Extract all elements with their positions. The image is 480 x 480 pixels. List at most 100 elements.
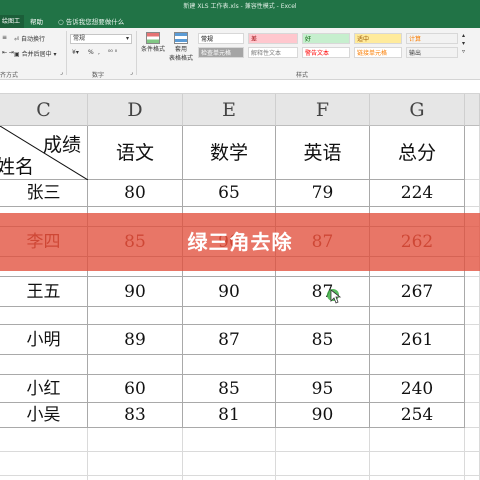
empty-cell[interactable]	[0, 355, 88, 375]
row-name-cell[interactable]: 王五	[0, 277, 88, 307]
empty-cell[interactable]	[276, 428, 370, 452]
column-header-f[interactable]: F	[276, 94, 370, 126]
column-header-c[interactable]: C	[0, 94, 88, 126]
empty-cell[interactable]	[465, 428, 480, 452]
row-name-cell[interactable]: 小明	[0, 325, 88, 355]
dialog-launcher-icon[interactable]: ⌟	[60, 69, 63, 76]
empty-cell[interactable]	[0, 307, 88, 325]
score-cell[interactable]: 87	[183, 325, 276, 355]
tab-drawing-tools[interactable]: 绘图工具	[0, 15, 24, 38]
cell-style-option[interactable]: 计算	[406, 33, 458, 44]
row-name-cell[interactable]: 小红	[0, 375, 88, 403]
format-table-button[interactable]: 套用 表格格式	[168, 32, 194, 62]
header-diagonal-cell[interactable]: 成绩 姓名	[0, 126, 88, 180]
score-cell[interactable]: 79	[276, 180, 370, 207]
header-math[interactable]: 数学	[183, 126, 276, 180]
dialog-launcher-icon[interactable]: ⌟	[130, 69, 133, 76]
empty-cell[interactable]	[0, 452, 88, 476]
empty-cell[interactable]	[183, 355, 276, 375]
score-cell[interactable]: 261	[370, 325, 465, 355]
empty-cell[interactable]	[183, 428, 276, 452]
cell-style-option[interactable]: 好	[302, 33, 350, 44]
score-cell[interactable]: 89	[88, 325, 183, 355]
empty-cell[interactable]	[88, 476, 183, 480]
cell-style-option[interactable]: 链接单元格	[354, 47, 402, 58]
empty-cell[interactable]	[183, 307, 276, 325]
score-cell[interactable]: 83	[88, 403, 183, 428]
empty-cell[interactable]	[465, 452, 480, 476]
empty-cell[interactable]	[88, 452, 183, 476]
column-header-g[interactable]: G	[370, 94, 465, 126]
column-header-d[interactable]: D	[88, 94, 183, 126]
score-cell[interactable]: 90	[88, 277, 183, 307]
currency-icon[interactable]: ¥▾	[72, 49, 79, 56]
score-cell[interactable]: 90	[183, 277, 276, 307]
comma-button[interactable]: ,	[98, 49, 100, 56]
header-total[interactable]: 总分	[370, 126, 465, 180]
header-chinese[interactable]: 语文	[88, 126, 183, 180]
cell-style-option[interactable]: 输出	[406, 47, 458, 58]
header-english[interactable]: 英语	[276, 126, 370, 180]
merge-center-button[interactable]: ▣ 合并后居中 ▾	[14, 49, 57, 58]
tell-me-box[interactable]: ○ 告诉我您想要做什么	[58, 16, 124, 26]
empty-cell[interactable]	[465, 476, 480, 480]
empty-cell[interactable]	[183, 452, 276, 476]
score-cell[interactable]: 90	[276, 403, 370, 428]
cell-style-option[interactable]: 适中	[354, 33, 402, 44]
align-icons[interactable]: ≡	[2, 34, 7, 41]
indent-icons[interactable]: ⇤ ⇥	[2, 49, 14, 56]
score-cell[interactable]: 65	[183, 180, 276, 207]
diag-top-label: 成绩	[42, 134, 81, 156]
conditional-format-button[interactable]: 条件格式	[140, 32, 166, 53]
empty-cell[interactable]	[370, 428, 465, 452]
gallery-scroll[interactable]: ▴ ▾ ▿	[462, 32, 465, 56]
percent-button[interactable]: %	[88, 49, 94, 56]
column-header-e[interactable]: E	[183, 94, 276, 126]
empty-cell[interactable]	[465, 307, 480, 325]
score-cell[interactable]: 85	[183, 375, 276, 403]
empty-cell[interactable]	[88, 307, 183, 325]
cell-style-option[interactable]: 解释性文本	[248, 47, 298, 58]
cell-style-option[interactable]: 常规	[198, 33, 244, 44]
empty-cell[interactable]	[465, 355, 480, 375]
empty-cell[interactable]	[370, 307, 465, 325]
empty-cell[interactable]	[183, 476, 276, 480]
empty-cell[interactable]	[465, 180, 480, 207]
empty-cell[interactable]	[465, 375, 480, 403]
empty-cell[interactable]	[276, 476, 370, 480]
score-cell[interactable]: 224	[370, 180, 465, 207]
score-cell[interactable]: 80	[88, 180, 183, 207]
empty-cell[interactable]	[0, 428, 88, 452]
score-cell[interactable]: 254	[370, 403, 465, 428]
empty-cell[interactable]	[88, 428, 183, 452]
score-cell[interactable]: 95	[276, 375, 370, 403]
score-cell[interactable]: 87	[276, 277, 370, 307]
cell-style-option[interactable]: 警告文本	[302, 47, 350, 58]
score-cell[interactable]: 240	[370, 375, 465, 403]
empty-cell[interactable]	[465, 403, 480, 428]
row-name-cell[interactable]: 张三	[0, 180, 88, 207]
decimal-icons[interactable]: ⁰⁰ ⁰	[108, 49, 117, 56]
tab-help[interactable]: 帮助	[30, 16, 43, 26]
empty-cell[interactable]	[0, 476, 88, 480]
empty-cell[interactable]	[88, 355, 183, 375]
wrap-text-button[interactable]: ⏎ 自动换行	[14, 34, 45, 43]
cell-style-option[interactable]: 差	[248, 33, 298, 44]
empty-cell[interactable]	[465, 277, 480, 307]
empty-cell[interactable]	[465, 325, 480, 355]
empty-cell[interactable]	[370, 476, 465, 480]
number-format-select[interactable]: 常规 ▾	[70, 34, 132, 44]
empty-cell[interactable]	[465, 126, 480, 180]
score-cell[interactable]: 60	[88, 375, 183, 403]
empty-cell[interactable]	[276, 355, 370, 375]
score-cell[interactable]: 81	[183, 403, 276, 428]
score-cell[interactable]: 267	[370, 277, 465, 307]
cell-style-option[interactable]: 检查单元格	[198, 47, 244, 58]
row-name-cell[interactable]: 小吴	[0, 403, 88, 428]
empty-cell[interactable]	[370, 355, 465, 375]
empty-cell[interactable]	[276, 452, 370, 476]
score-cell[interactable]: 85	[276, 325, 370, 355]
column-header-h[interactable]	[465, 94, 480, 126]
empty-cell[interactable]	[276, 307, 370, 325]
empty-cell[interactable]	[370, 452, 465, 476]
